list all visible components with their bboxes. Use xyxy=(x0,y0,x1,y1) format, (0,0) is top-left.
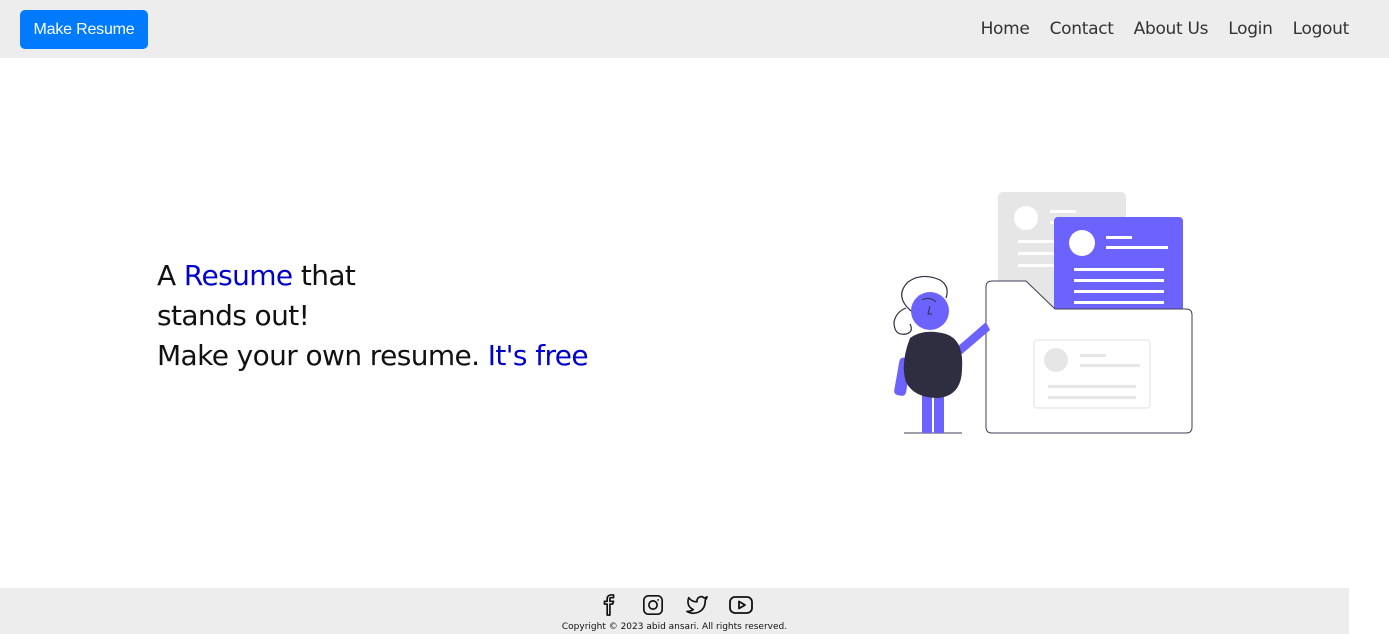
make-resume-button[interactable]: Make Resume xyxy=(20,10,148,49)
nav-item-about-us: About Us xyxy=(1134,19,1209,39)
navbar: Make Resume Home Contact About Us Login … xyxy=(0,0,1389,58)
youtube-icon[interactable] xyxy=(728,593,753,617)
nav-link-contact[interactable]: Contact xyxy=(1050,19,1114,39)
hero-line-1-prefix: A xyxy=(157,259,184,292)
resume-illustration xyxy=(893,192,1193,434)
twitter-icon[interactable] xyxy=(685,593,709,617)
social-links xyxy=(0,593,1349,617)
person-leg-right xyxy=(934,393,944,433)
purple-card-avatar xyxy=(1069,230,1095,256)
person-head xyxy=(911,292,949,330)
hero-line-3-prefix: Make your own resume. xyxy=(157,339,488,372)
footer: Copyright © 2023 abid ansari. All rights… xyxy=(0,588,1349,634)
nav-item-home: Home xyxy=(981,19,1030,39)
hero-highlight-resume: Resume xyxy=(183,259,293,292)
person-arm-right xyxy=(956,322,990,354)
hero-line-1: A Resume that xyxy=(157,256,637,296)
nav-link-about-us[interactable]: About Us xyxy=(1134,19,1209,39)
nav-links: Home Contact About Us Login Logout xyxy=(981,0,1350,58)
instagram-icon[interactable] xyxy=(641,593,665,617)
person-body xyxy=(903,331,963,398)
facebook-icon[interactable] xyxy=(597,593,621,617)
back-card-avatar xyxy=(1014,206,1038,230)
person-leg-left xyxy=(922,393,932,433)
hero-highlight-free: It's free xyxy=(487,339,589,372)
nav-link-logout[interactable]: Logout xyxy=(1293,19,1350,39)
copyright-text: Copyright © 2023 abid ansari. All rights… xyxy=(561,622,788,632)
hero-line-2: stands out! xyxy=(157,299,310,332)
nav-item-logout: Logout xyxy=(1293,19,1350,39)
nav-link-home[interactable]: Home xyxy=(981,19,1030,39)
nav-item-contact: Contact xyxy=(1050,19,1114,39)
nav-item-login: Login xyxy=(1228,19,1273,39)
hero-line-1-suffix: that xyxy=(292,259,356,292)
nav-link-login[interactable]: Login xyxy=(1228,19,1273,39)
hero-line-3: Make your own resume. It's free xyxy=(157,336,637,376)
hero-headline: A Resume that stands out! Make your own … xyxy=(157,256,637,376)
